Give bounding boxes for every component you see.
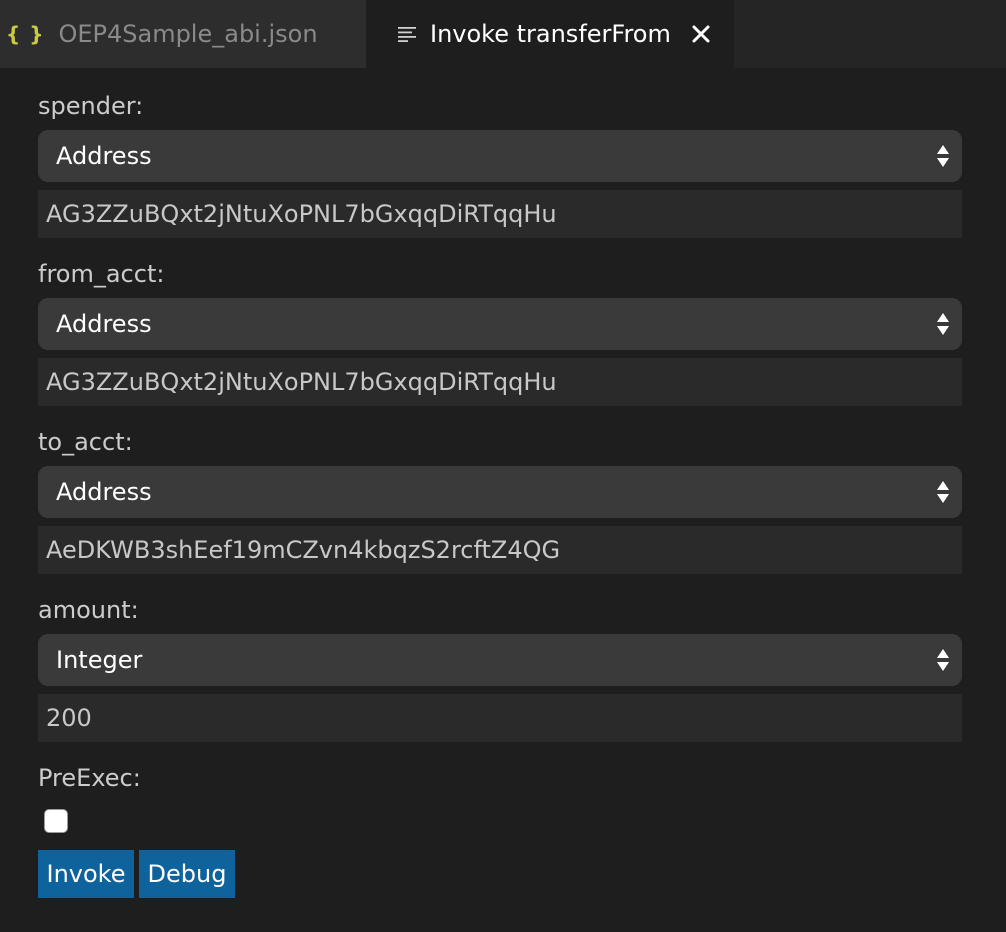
tab-invoke-transferfrom[interactable]: Invoke transferFrom <box>366 0 734 68</box>
editor-tab-bar: { } OEP4Sample_abi.json Invoke transferF… <box>0 0 1006 68</box>
amount-value-input[interactable]: 200 <box>38 694 962 742</box>
select-arrows-icon <box>937 145 949 167</box>
tab-oep4sample-abi-json[interactable]: { } OEP4Sample_abi.json <box>0 0 366 68</box>
amount-type-select[interactable]: Integer <box>38 634 962 686</box>
preexec-checkbox[interactable] <box>44 809 68 833</box>
from-acct-label: from_acct: <box>38 260 165 288</box>
preexec-label: PreExec: <box>38 764 141 792</box>
spender-type-select[interactable]: Address <box>38 130 962 182</box>
from-acct-value-input[interactable]: AG3ZZuBQxt2jNtuXoPNL7bGxqqDiRTqqHu <box>38 358 962 406</box>
invoke-button[interactable]: Invoke <box>38 850 134 898</box>
tab-label: Invoke transferFrom <box>430 20 671 48</box>
select-arrows-icon <box>937 481 949 503</box>
tab-label: OEP4Sample_abi.json <box>58 20 318 48</box>
select-arrows-icon <box>937 649 949 671</box>
select-value: Integer <box>56 646 143 674</box>
from-acct-type-select[interactable]: Address <box>38 298 962 350</box>
spender-label: spender: <box>38 92 144 120</box>
close-icon[interactable] <box>686 19 716 49</box>
to-acct-type-select[interactable]: Address <box>38 466 962 518</box>
select-value: Address <box>56 310 152 338</box>
select-value: Address <box>56 478 152 506</box>
spender-value-input[interactable]: AG3ZZuBQxt2jNtuXoPNL7bGxqqDiRTqqHu <box>38 190 962 238</box>
debug-button[interactable]: Debug <box>139 850 235 898</box>
amount-label: amount: <box>38 596 139 624</box>
select-arrows-icon <box>937 313 949 335</box>
json-braces-icon: { } <box>6 22 45 46</box>
select-value: Address <box>56 142 152 170</box>
preview-lines-icon <box>398 27 416 42</box>
to-acct-value-input[interactable]: AeDKWB3shEef19mCZvn4kbqzS2rcftZ4QG <box>38 526 962 574</box>
to-acct-label: to_acct: <box>38 428 133 456</box>
